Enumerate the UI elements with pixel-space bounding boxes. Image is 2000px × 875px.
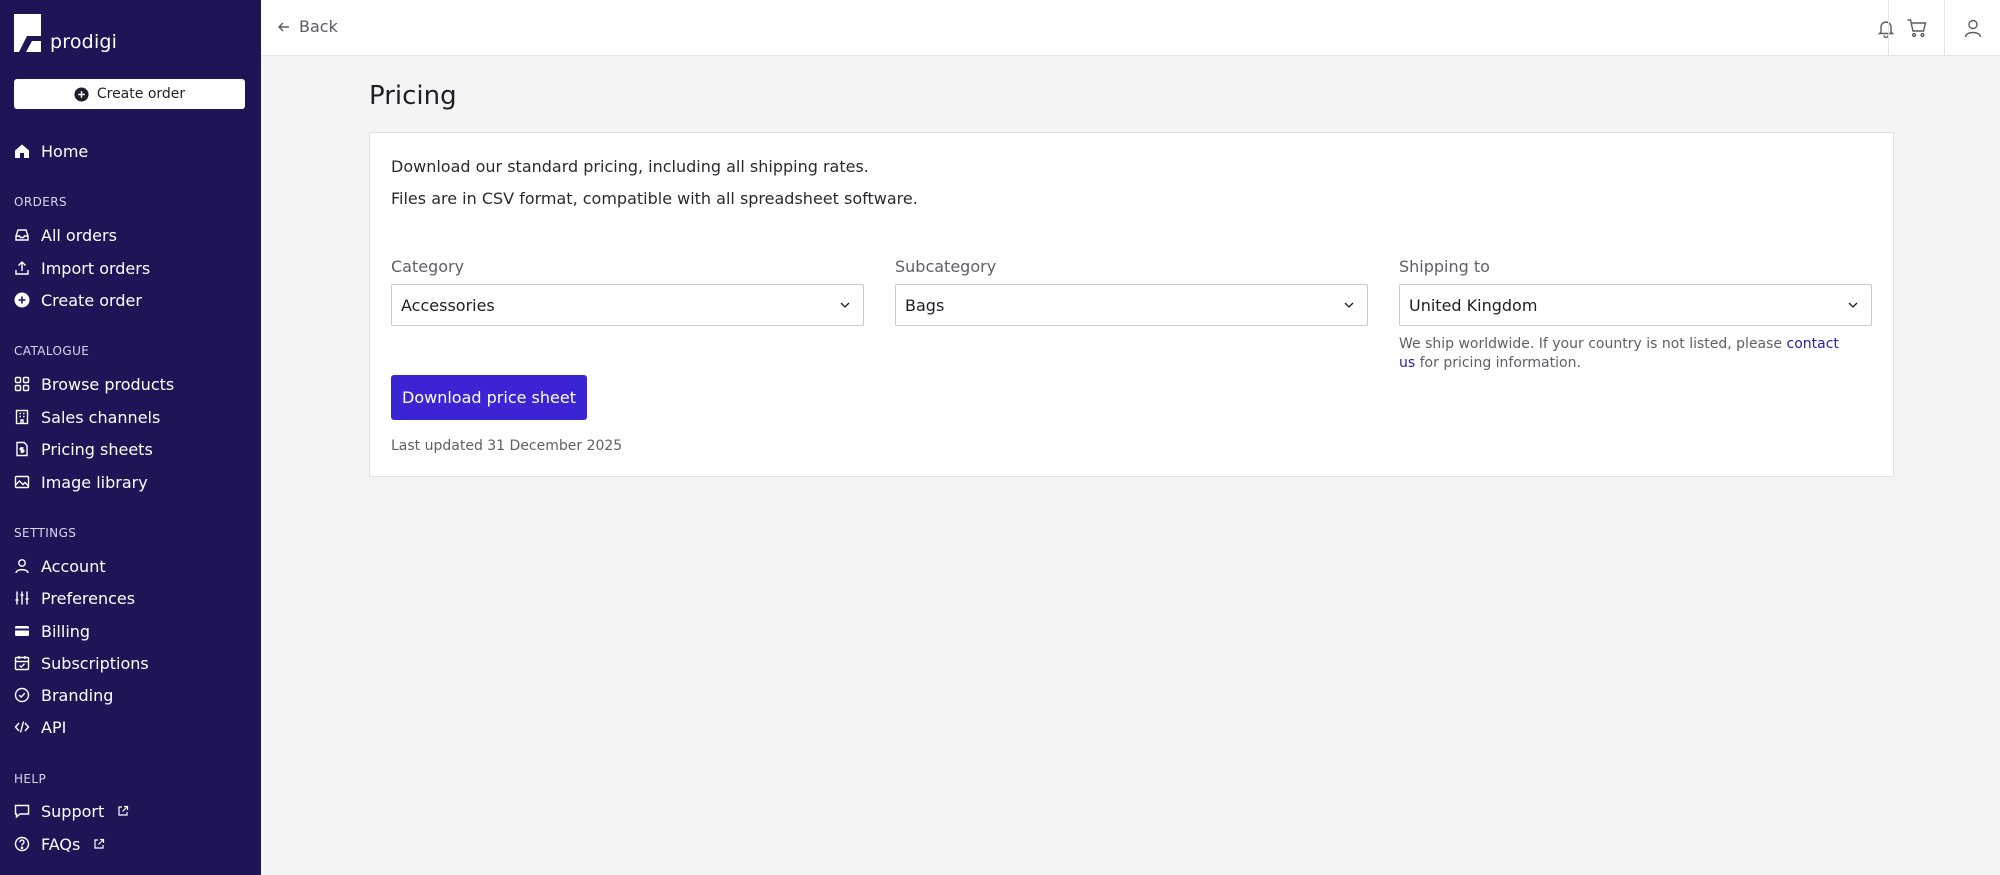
sidebar-item-sales-channels[interactable]: Sales channels: [14, 404, 160, 430]
download-price-sheet-button[interactable]: Download price sheet: [391, 375, 587, 420]
sidebar-item-branding[interactable]: Branding: [14, 682, 113, 708]
subcategory-select[interactable]: Bags: [895, 284, 1368, 326]
credit-card-icon: [14, 623, 30, 639]
chevron-down-icon: [1344, 302, 1354, 308]
badge-check-icon: [14, 687, 30, 703]
sidebar-item-preferences[interactable]: Preferences: [14, 585, 135, 611]
plus-circle-icon: [74, 86, 89, 102]
image-icon: [14, 474, 30, 490]
sidebar-item-label: All orders: [41, 225, 117, 245]
chat-icon: [14, 803, 30, 819]
arrow-left-icon: [278, 22, 289, 31]
sidebar-item-label: Support: [41, 801, 105, 821]
home-icon: [14, 143, 30, 159]
category-label: Category: [391, 257, 465, 276]
external-link-icon: [117, 805, 129, 817]
dollar-file-icon: [14, 441, 30, 457]
plus-circle-icon: [14, 292, 30, 308]
prodigi-logo-icon: [14, 14, 41, 52]
sidebar-item-label: Image library: [41, 472, 148, 492]
helper-text-after: for pricing information.: [1415, 355, 1581, 371]
calendar-icon: [14, 655, 30, 671]
sidebar-item-label: Create order: [41, 290, 142, 310]
sidebar-item-label: Preferences: [41, 588, 136, 608]
logo[interactable]: prodigi: [14, 14, 117, 52]
sidebar-item-api[interactable]: API: [14, 714, 66, 740]
building-icon: [14, 409, 30, 425]
upload-icon: [14, 260, 30, 276]
sidebar-item-account[interactable]: Account: [14, 553, 106, 579]
sidebar-item-label: Subscriptions: [41, 653, 149, 673]
sidebar-item-label: Home: [41, 141, 89, 161]
user-icon: [1964, 19, 1981, 38]
sidebar-item-all-orders[interactable]: All orders: [14, 222, 117, 248]
top-bar: Back: [261, 0, 2000, 56]
grid-icon: [14, 376, 30, 392]
user-icon: [14, 558, 30, 574]
pricing-card: Download our standard pricing, including…: [369, 132, 1894, 477]
sidebar-item-label: Account: [41, 556, 106, 576]
shipping-label: Shipping to: [1399, 257, 1490, 276]
sidebar-item-label: Branding: [41, 685, 114, 705]
sidebar: prodigi Create order Home ORDERS All ord…: [0, 0, 261, 875]
sidebar-item-image-library[interactable]: Image library: [14, 469, 148, 495]
sliders-icon: [14, 590, 30, 606]
sidebar-item-pricing-sheets[interactable]: Pricing sheets: [14, 436, 153, 462]
sidebar-item-support[interactable]: Support: [14, 798, 129, 824]
sidebar-item-home[interactable]: Home: [14, 138, 88, 164]
inbox-icon: [14, 227, 30, 243]
sidebar-item-label: Pricing sheets: [41, 439, 153, 459]
helper-text-before: We ship worldwide. If your country is no…: [1399, 336, 1787, 352]
section-label-help: HELP: [14, 772, 47, 786]
question-icon: [14, 836, 30, 852]
create-order-label: Create order: [96, 86, 186, 102]
category-select[interactable]: Accessories: [391, 284, 864, 326]
intro-text-2: Files are in CSV format, compatible with…: [391, 189, 918, 208]
category-value: Accessories: [401, 295, 495, 315]
sidebar-item-subscriptions[interactable]: Subscriptions: [14, 650, 149, 676]
chevron-down-icon: [840, 302, 850, 308]
shipping-value: United Kingdom: [1409, 295, 1538, 315]
sidebar-item-label: Sales channels: [41, 407, 161, 427]
sidebar-item-label: Import orders: [41, 258, 151, 278]
last-updated-text: Last updated 31 December 2025: [391, 438, 623, 454]
subcategory-label: Subcategory: [895, 257, 997, 276]
code-icon: [14, 719, 30, 735]
external-link-icon: [93, 838, 105, 850]
chevron-down-icon: [1848, 302, 1858, 308]
shipping-helper-text: We ship worldwide. If your country is no…: [1399, 335, 1859, 373]
sidebar-item-label: Browse products: [41, 374, 175, 394]
section-label-settings: SETTINGS: [14, 526, 77, 540]
shipping-select[interactable]: United Kingdom: [1399, 284, 1872, 326]
back-link[interactable]: Back: [277, 17, 338, 36]
subcategory-value: Bags: [905, 295, 945, 315]
cart-icon: [1907, 19, 1926, 38]
sidebar-item-browse-products[interactable]: Browse products: [14, 371, 174, 397]
create-order-button[interactable]: Create order: [14, 79, 245, 109]
brand-name: prodigi: [50, 31, 118, 53]
sidebar-item-billing[interactable]: Billing: [14, 618, 90, 644]
sidebar-item-label: Billing: [41, 621, 91, 641]
page-title: Pricing: [369, 81, 457, 111]
sidebar-item-label: API: [41, 717, 67, 737]
sidebar-item-import-orders[interactable]: Import orders: [14, 255, 150, 281]
account-button[interactable]: [1944, 0, 2000, 56]
sidebar-item-label: FAQs: [41, 834, 81, 854]
back-label: Back: [299, 17, 338, 36]
section-label-catalogue: CATALOGUE: [14, 344, 90, 358]
intro-text-1: Download our standard pricing, including…: [391, 157, 869, 176]
cart-button[interactable]: [1888, 0, 1944, 56]
section-label-orders: ORDERS: [14, 195, 67, 209]
sidebar-item-faqs[interactable]: FAQs: [14, 831, 105, 857]
sidebar-item-create-order[interactable]: Create order: [14, 287, 142, 313]
